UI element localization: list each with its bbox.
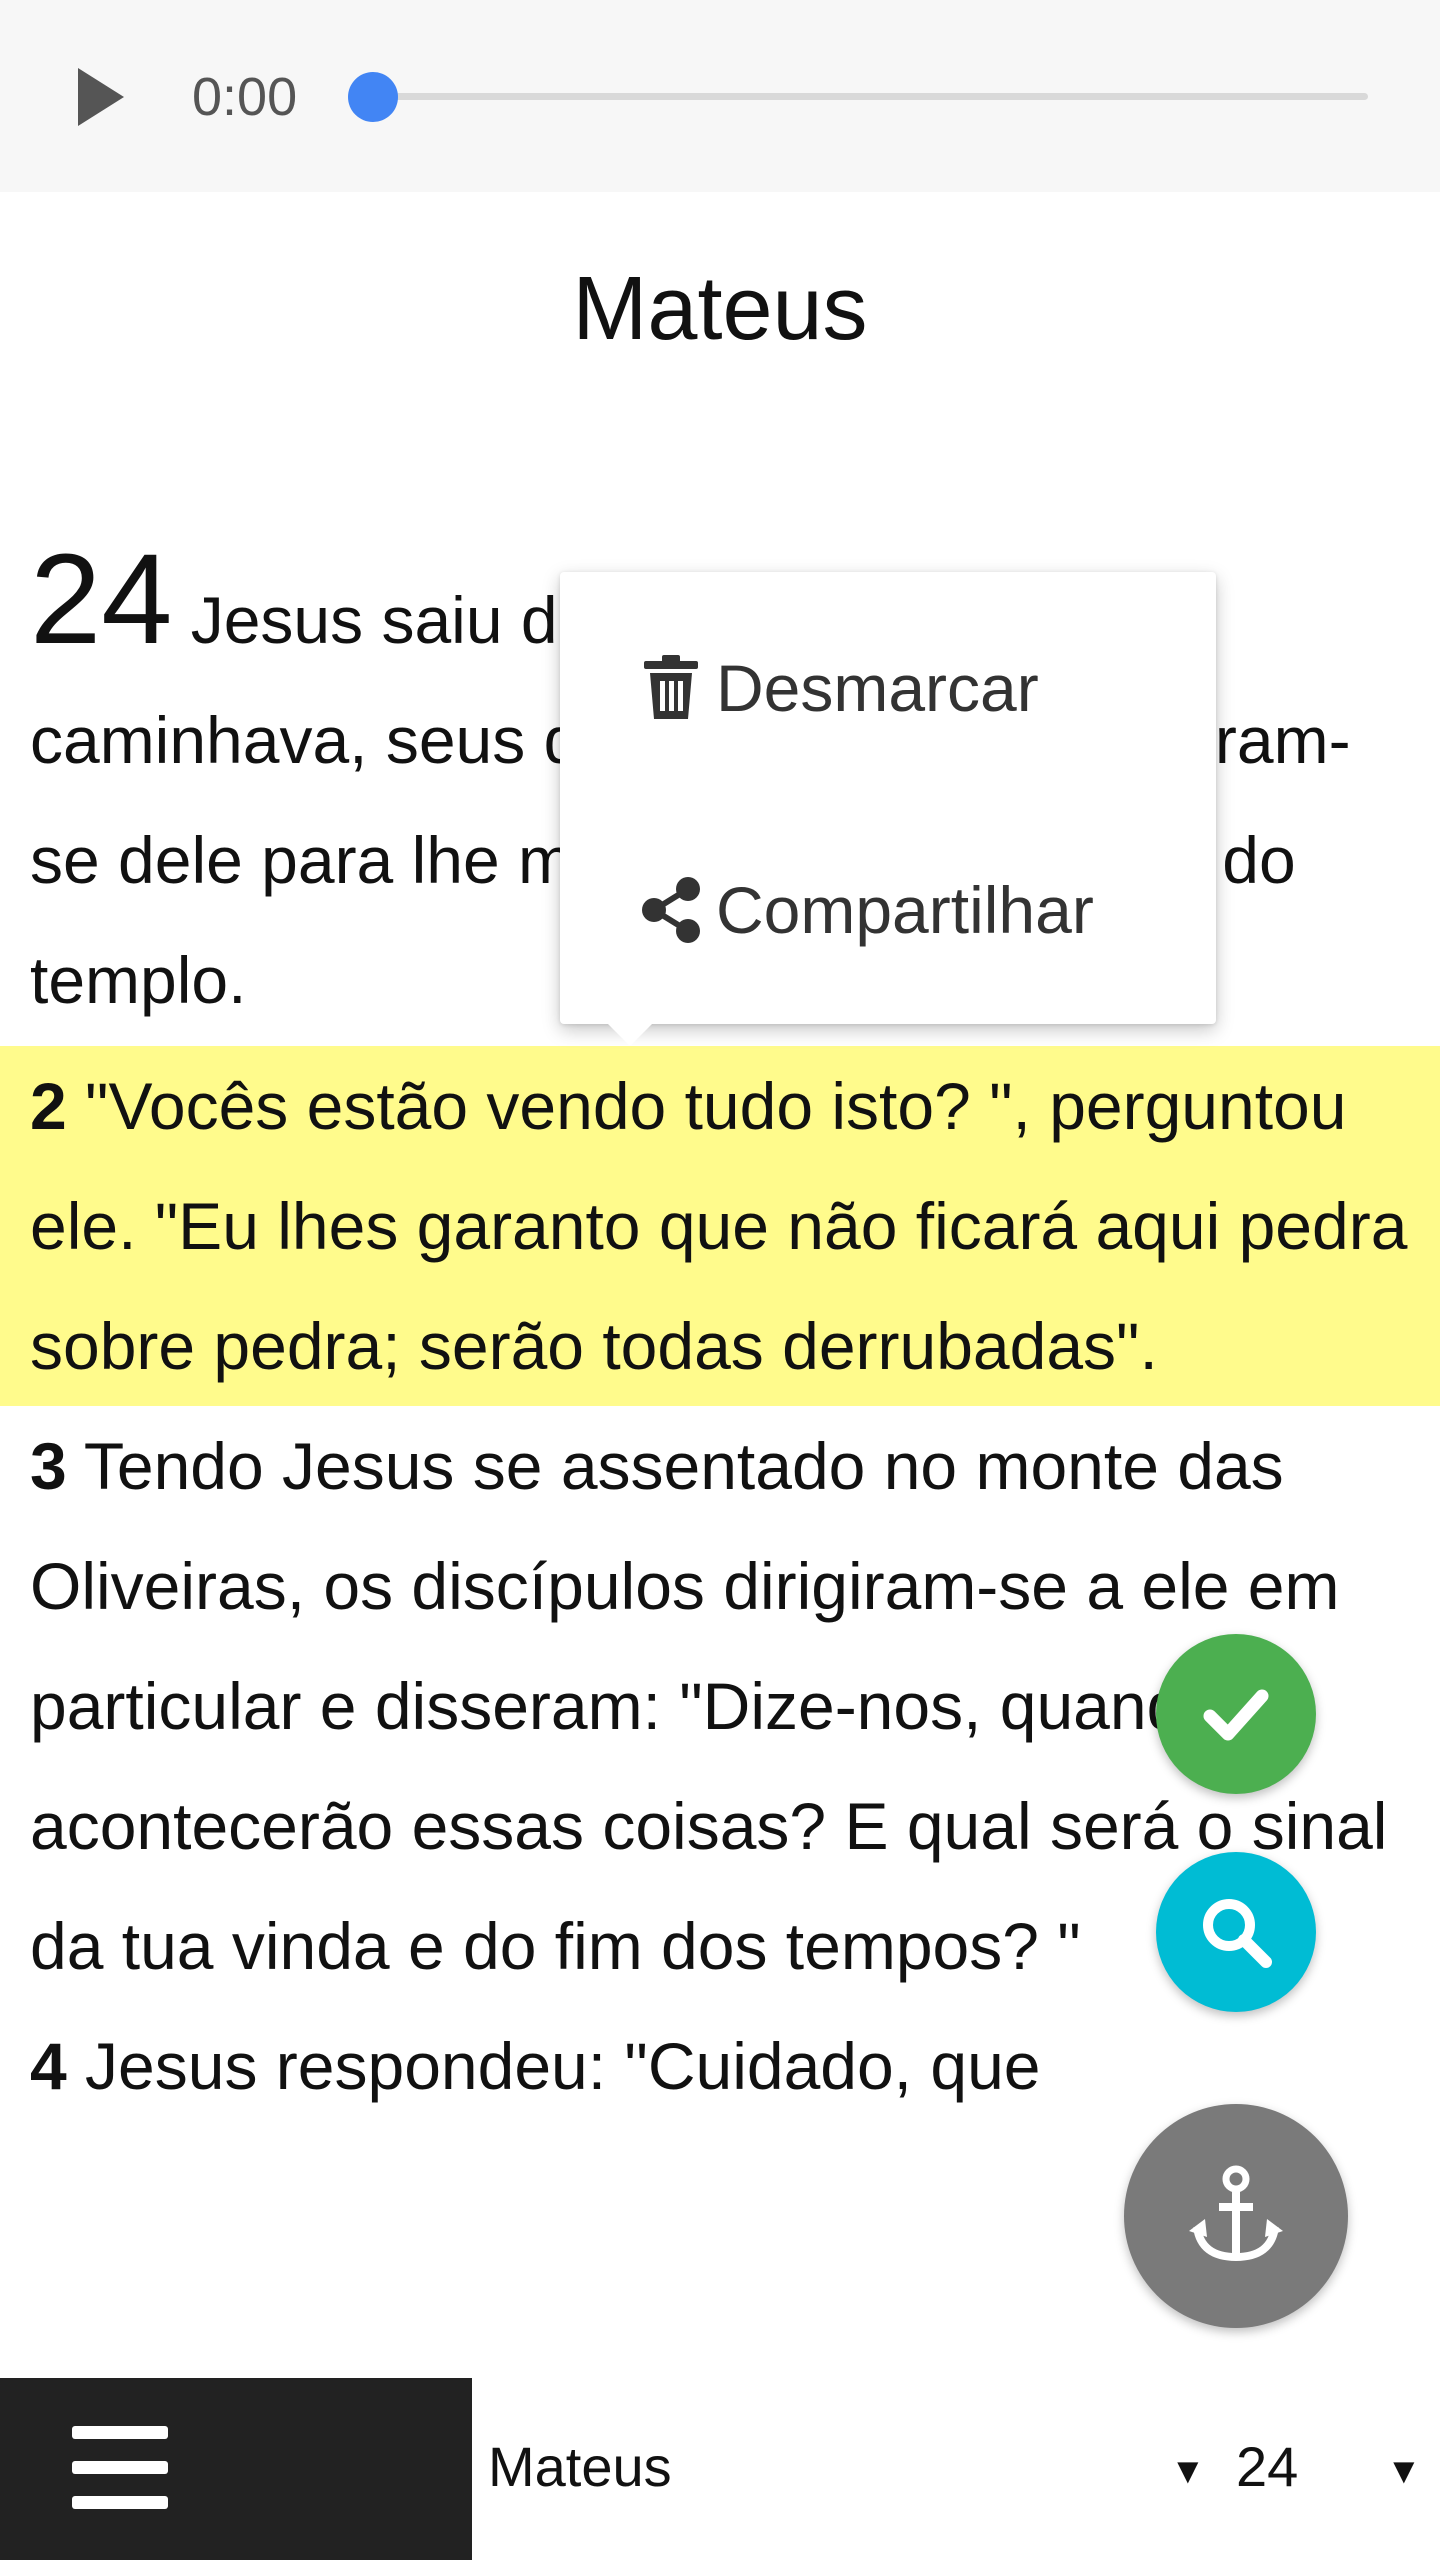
- chevron-down-icon: ▼: [1170, 2450, 1206, 2491]
- verse-2-highlighted[interactable]: 2 "Vocês estão vendo tudo isto? ", pergu…: [0, 1046, 1440, 1406]
- share-label: Compartilhar: [716, 873, 1094, 947]
- play-button[interactable]: [70, 62, 130, 132]
- check-icon: [1203, 1689, 1269, 1741]
- book-title: Mateus: [572, 259, 868, 359]
- play-icon: [78, 68, 124, 126]
- menu-button[interactable]: [0, 2378, 472, 2560]
- share-icon: [642, 877, 700, 943]
- audio-seek-track[interactable]: [372, 93, 1368, 100]
- verse-text: Jesus respondeu: "Cuidado, que: [66, 2029, 1041, 2103]
- anchor-button[interactable]: [1124, 2104, 1348, 2328]
- search-button[interactable]: [1156, 1852, 1316, 2012]
- anchor-icon: [1189, 2165, 1283, 2262]
- bottom-navigation-bar: Mateus ▼ 24 ▼: [0, 2378, 1440, 2560]
- verse-number: 3: [30, 1429, 67, 1503]
- search-icon: [1203, 1899, 1272, 1968]
- audio-seek-handle[interactable]: [348, 72, 398, 122]
- chapter-select[interactable]: 24 ▼: [1230, 2378, 1440, 2560]
- hamburger-menu-icon: [72, 2426, 168, 2510]
- unmark-label: Desmarcar: [716, 651, 1039, 725]
- verse-number: 2: [30, 1069, 67, 1143]
- unmark-menu-item[interactable]: Desmarcar: [640, 650, 1039, 726]
- share-menu-item[interactable]: Compartilhar: [640, 872, 1094, 948]
- book-select[interactable]: Mateus ▼: [488, 2378, 1208, 2560]
- check-button[interactable]: [1156, 1634, 1316, 1794]
- book-select-value: Mateus: [488, 2435, 672, 2498]
- audio-time: 0:00: [192, 67, 298, 127]
- context-menu-pointer: [608, 1024, 652, 1046]
- chapter-number: 24: [30, 528, 173, 671]
- verse-number: 4: [30, 2029, 67, 2103]
- verse-text: "Vocês estão vendo tudo isto? ", pergunt…: [30, 1069, 1408, 1383]
- verse-context-menu: Desmarcar Compartilhar: [560, 572, 1216, 1046]
- chevron-down-icon: ▼: [1386, 2450, 1422, 2491]
- audio-player: 0:00: [0, 0, 1440, 192]
- chapter-select-value: 24: [1236, 2435, 1299, 2498]
- trash-icon: [644, 655, 698, 719]
